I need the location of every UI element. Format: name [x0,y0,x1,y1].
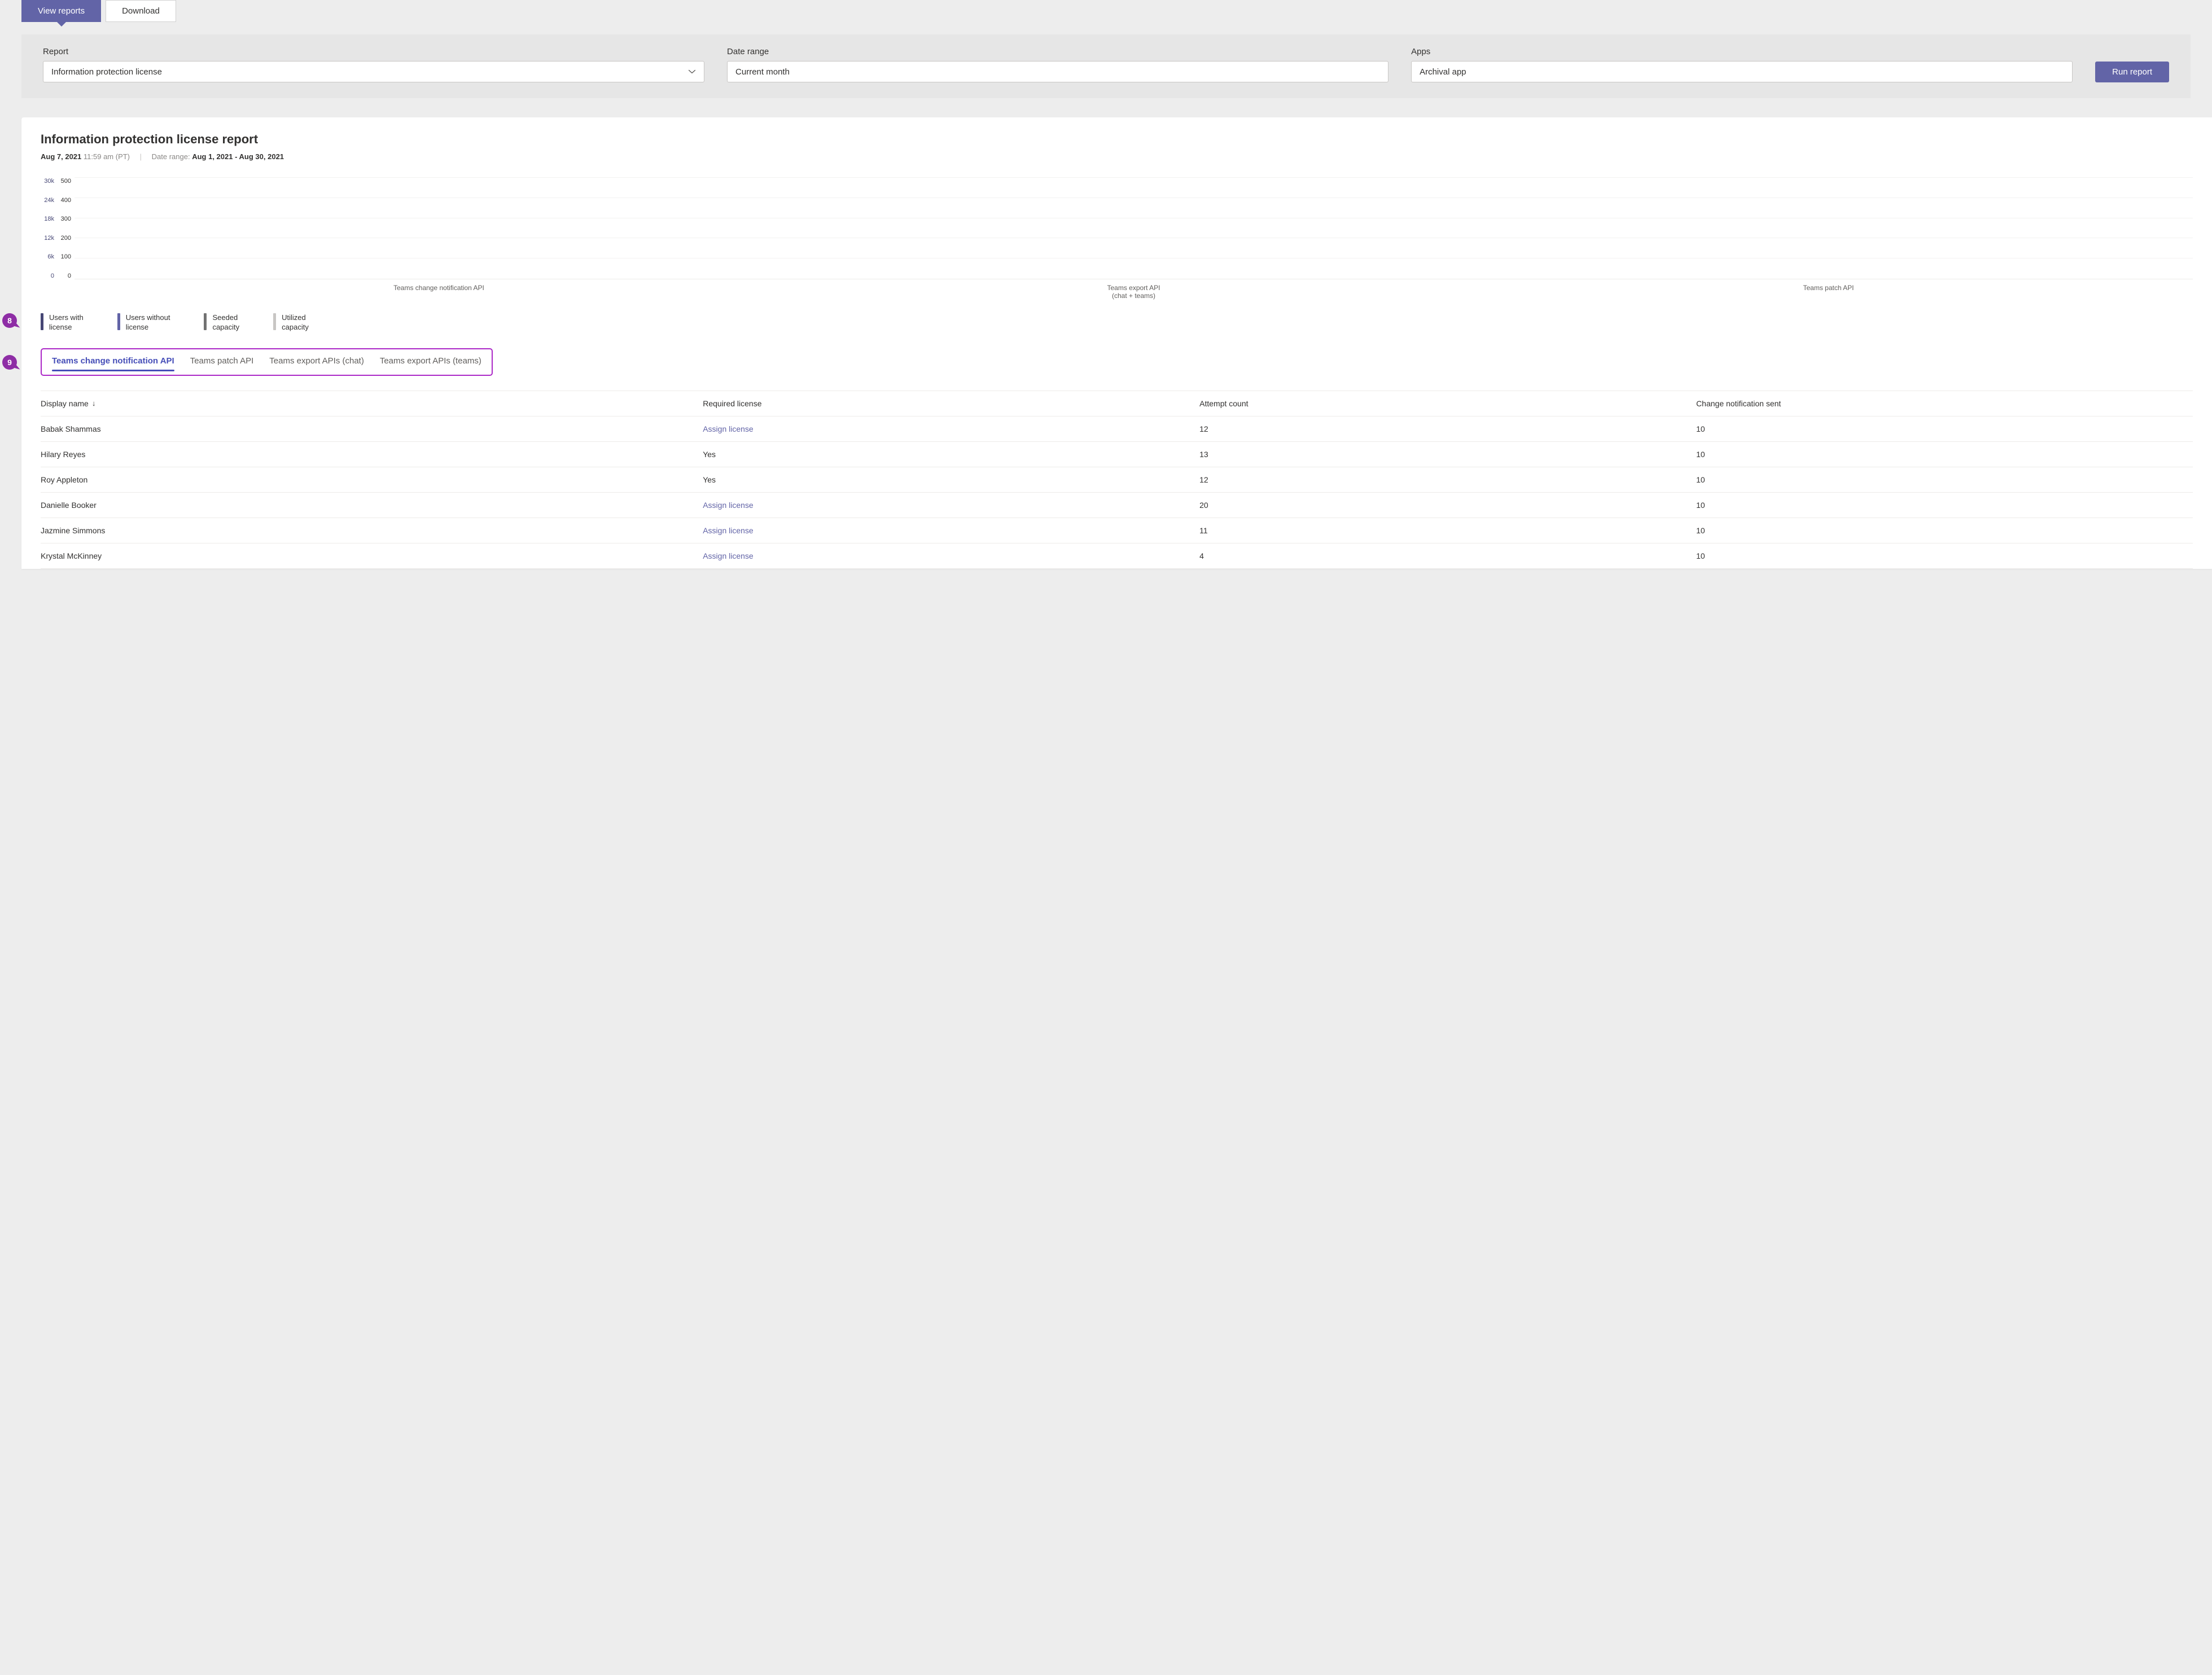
chart-legend: 8 Users with licenseUsers without licens… [21,300,2212,348]
callout-8: 8 [2,313,17,328]
y-axis-primary: 06k12k18k24k30k [41,178,58,279]
date-range-select[interactable]: Current month [727,61,1388,82]
run-report-button[interactable]: Run report [2095,62,2169,82]
table-row[interactable]: Hilary ReyesYes1310 [41,442,2193,467]
report-select-value: Information protection license [51,67,162,77]
chevron-down-icon [688,68,696,76]
cell-attempt-count: 12 [1199,424,1696,433]
cell-display-name: Roy Appleton [41,475,703,484]
cell-required-license: Yes [703,450,1199,459]
apps-value: Archival app [1420,67,1466,77]
cell-change-notification-sent: 10 [1696,475,2193,484]
filter-panel: Report Information protection license Da… [21,34,2191,98]
table-row[interactable]: Krystal McKinneyAssign license410 [41,543,2193,569]
chart-category-label: Teams change notification API [388,284,490,300]
assign-license-link[interactable]: Assign license [703,501,1199,510]
cell-attempt-count: 13 [1199,450,1696,459]
legend-item[interactable]: Seeded capacity [204,313,239,332]
subtab[interactable]: Teams patch API [190,356,254,371]
apps-select[interactable]: Archival app [1411,61,2073,82]
tab-download[interactable]: Download [106,0,176,22]
cell-attempt-count: 20 [1199,501,1696,510]
cell-display-name: Danielle Booker [41,501,703,510]
col-change-notification-sent[interactable]: Change notification sent [1696,399,2193,408]
cell-change-notification-sent: 10 [1696,424,2193,433]
report-label: Report [43,47,704,56]
tab-view-reports[interactable]: View reports [21,0,101,22]
legend-item[interactable]: Users without license [117,313,170,332]
cell-attempt-count: 12 [1199,475,1696,484]
cell-attempt-count: 4 [1199,551,1696,560]
legend-swatch [273,313,276,330]
col-attempt-count[interactable]: Attempt count [1199,399,1696,408]
assign-license-link[interactable]: Assign license [703,526,1199,535]
cell-change-notification-sent: 10 [1696,501,2193,510]
chart-category-label: Teams patch API [1778,284,1880,300]
sort-down-icon: ↓ [92,399,96,407]
plot-area [75,178,2193,279]
cell-display-name: Babak Shammas [41,424,703,433]
apps-label: Apps [1411,47,2073,56]
table-row[interactable]: Danielle BookerAssign license2010 [41,493,2193,518]
legend-label: Users without license [126,313,170,332]
data-table: Display name ↓ Required license Attempt … [21,391,2212,569]
report-select[interactable]: Information protection license [43,61,704,82]
chart: 06k12k18k24k30k 0100200300400500 Teams c… [21,161,2212,300]
assign-license-link[interactable]: Assign license [703,551,1199,560]
legend-label: Seeded capacity [212,313,239,332]
cell-change-notification-sent: 10 [1696,551,2193,560]
report-title: Information protection license report [41,132,2193,147]
table-row[interactable]: Jazmine SimmonsAssign license1110 [41,518,2193,543]
y-axis-secondary: 0100200300400500 [58,178,75,279]
table-row[interactable]: Babak ShammasAssign license1210 [41,416,2193,442]
report-meta: Aug 7, 2021 11:59 am (PT) | Date range: … [41,152,2193,161]
legend-item[interactable]: Utilized capacity [273,313,309,332]
cell-display-name: Hilary Reyes [41,450,703,459]
subtab[interactable]: Teams change notification API [52,356,174,371]
cell-attempt-count: 11 [1199,526,1696,535]
cell-required-license: Yes [703,475,1199,484]
legend-item[interactable]: Users with license [41,313,84,332]
legend-swatch [204,313,207,330]
col-display-name[interactable]: Display name ↓ [41,399,703,408]
date-range-label: Date range [727,47,1388,56]
date-range-value: Current month [735,67,790,77]
report-card: Information protection license report Au… [21,117,2212,569]
cell-change-notification-sent: 10 [1696,450,2193,459]
legend-label: Users with license [49,313,84,332]
table-header: Display name ↓ Required license Attempt … [41,391,2193,416]
cell-display-name: Krystal McKinney [41,551,703,560]
assign-license-link[interactable]: Assign license [703,424,1199,433]
table-row[interactable]: Roy AppletonYes1210 [41,467,2193,493]
subtab[interactable]: Teams export APIs (chat) [269,356,364,371]
cell-change-notification-sent: 10 [1696,526,2193,535]
callout-9: 9 [2,355,17,370]
subtab-row: Teams change notification API Teams patch… [41,348,493,376]
chart-category-label: Teams export API (chat + teams) [1083,284,1185,300]
cell-display-name: Jazmine Simmons [41,526,703,535]
legend-label: Utilized capacity [282,313,309,332]
subtab[interactable]: Teams export APIs (teams) [380,356,481,371]
legend-swatch [41,313,43,330]
legend-swatch [117,313,120,330]
col-required-license[interactable]: Required license [703,399,1199,408]
